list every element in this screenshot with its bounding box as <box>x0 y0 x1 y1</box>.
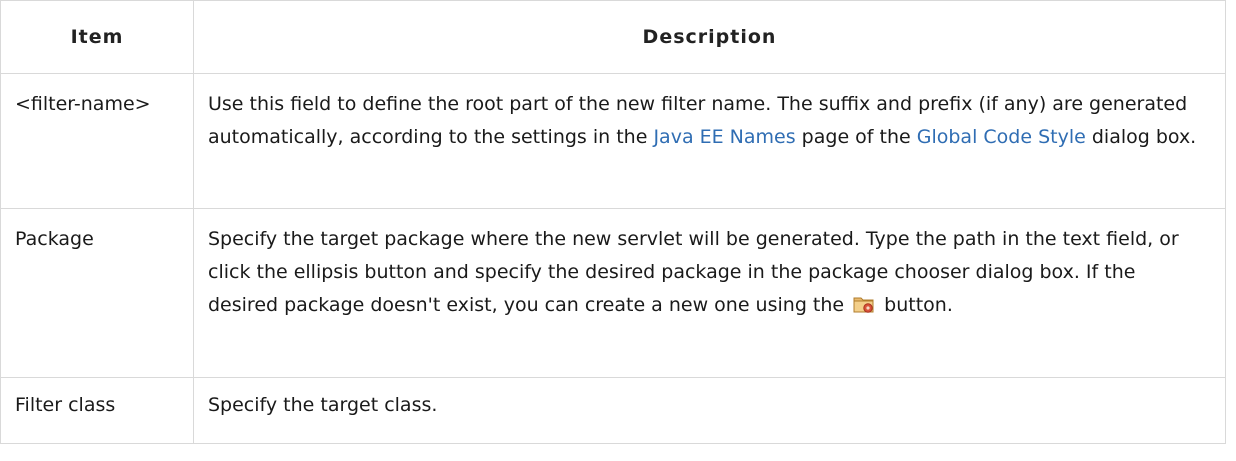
table-row: <filter-name> Use this field to define t… <box>0 73 1226 209</box>
description-cell: Specify the target class. <box>193 377 1226 444</box>
global-code-style-link[interactable]: Global Code Style <box>917 126 1086 148</box>
table-header-row: Item Description <box>0 0 1226 74</box>
table-row: Filter class Specify the target class. <box>0 377 1226 444</box>
description-cell: Specify the target package where the new… <box>193 208 1226 378</box>
new-package-icon <box>853 293 875 315</box>
description-text: page of the <box>795 126 917 148</box>
java-ee-names-link[interactable]: Java EE Names <box>653 126 795 148</box>
description-text: dialog box. <box>1085 126 1197 148</box>
item-cell: Package <box>0 208 194 378</box>
column-header-item: Item <box>0 0 194 74</box>
description-cell: Use this field to define the root part o… <box>193 73 1226 209</box>
item-cell: Filter class <box>0 377 194 444</box>
description-text: Specify the target package where the new… <box>208 228 1179 316</box>
column-header-description: Description <box>193 0 1226 74</box>
options-table: Item Description <filter-name> Use this … <box>0 0 1226 444</box>
description-text: Specify the target class. <box>208 394 438 416</box>
item-cell: <filter-name> <box>0 73 194 209</box>
description-text: button. <box>878 294 953 316</box>
table-row: Package Specify the target package where… <box>0 208 1226 378</box>
